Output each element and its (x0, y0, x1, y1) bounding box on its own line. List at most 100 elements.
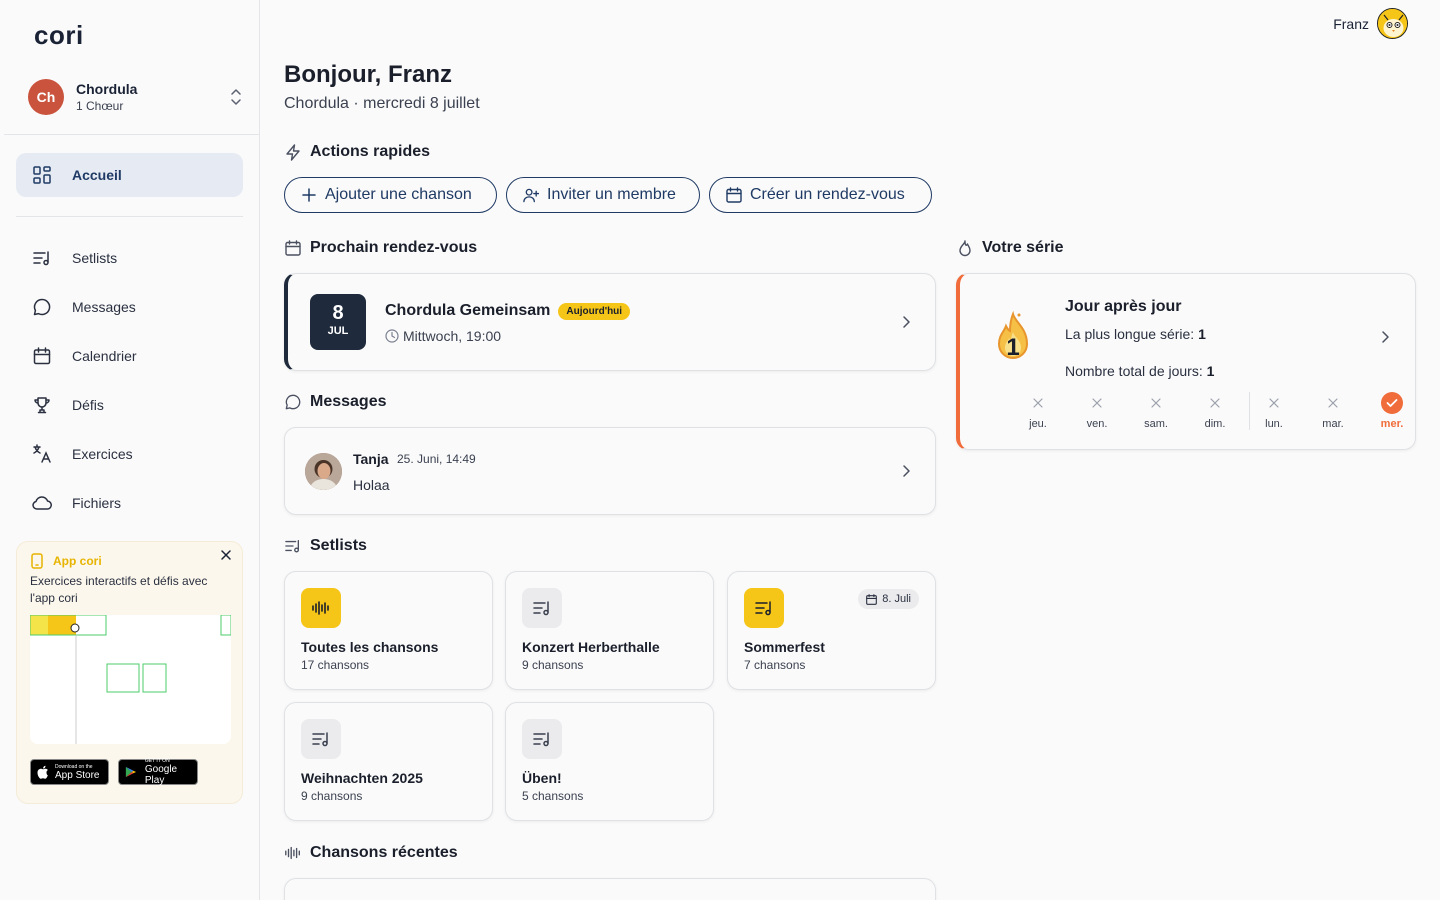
event-date-box: 8 JUL (310, 294, 366, 350)
sidebar-item-home[interactable]: Accueil (16, 153, 243, 197)
chevron-right-icon (903, 465, 910, 477)
playlist-icon (744, 588, 784, 628)
chevron-right-icon (903, 316, 910, 328)
sidebar-item-label: Exercices (72, 446, 133, 462)
app-store-button[interactable]: Download on the App Store (30, 759, 109, 785)
promo-title: App cori (30, 553, 102, 569)
sidebar-item-exercises[interactable]: Exercices (16, 432, 243, 476)
event-title: Chordula Gemeinsam Aujourd'hui (385, 302, 631, 320)
lightning-icon (284, 143, 302, 161)
today-badge: Aujourd'hui (558, 302, 631, 320)
create-event-button[interactable]: Créer un rendez-vous (709, 177, 932, 213)
divider (1249, 392, 1250, 430)
add-song-button[interactable]: Ajouter une chanson (284, 177, 497, 213)
page-subtitle: Chordula · mercredi 8 juillet (284, 95, 480, 112)
flame-icon: 1 (988, 310, 1038, 368)
google-play-button[interactable]: GET IT ON Google Play (118, 758, 198, 786)
sidebar-item-setlists[interactable]: Setlists (16, 236, 243, 280)
sidebar-item-label: Défis (72, 397, 104, 413)
clock-icon (385, 329, 399, 343)
google-play-icon (125, 766, 137, 778)
apple-icon (37, 765, 48, 779)
x-icon (1092, 398, 1102, 408)
app-promo-card: App cori Exercices interactifs et défis … (16, 541, 243, 804)
playlist-icon (32, 248, 52, 268)
setlist-count: 9 chansons (301, 789, 363, 803)
streak-card[interactable]: 1 Jour après jour La plus longue série: … (956, 273, 1416, 450)
exercise-icon (32, 444, 52, 464)
latest-message-card[interactable]: Tanja 25. Juni, 14:49 Holaa (284, 427, 936, 515)
waveform-icon (284, 844, 302, 862)
calendar-icon (726, 187, 742, 203)
promo-text: Exercices interactifs et défis avec l'ap… (30, 574, 208, 605)
streak-count: 1 (1006, 334, 1020, 361)
section-recent-songs: Chansons récentes (284, 844, 458, 862)
playlist-icon (301, 719, 341, 759)
x-icon (1269, 398, 1279, 408)
streak-days: jeu. ven. sam. dim. lun. mar. mer. (988, 392, 1403, 432)
promo-screenshot (30, 615, 231, 744)
divider (16, 216, 243, 217)
streak-day: lun. (1254, 392, 1294, 430)
org-avatar: Ch (28, 79, 64, 115)
message-author: Tanja (353, 451, 389, 467)
trophy-icon (32, 395, 52, 415)
chat-bubble-icon (32, 297, 52, 317)
next-event-card[interactable]: 8 JUL Chordula Gemeinsam Aujourd'hui Mit… (284, 273, 936, 371)
streak-day: ven. (1077, 392, 1117, 430)
x-icon (1210, 398, 1220, 408)
setlist-count: 7 chansons (744, 658, 806, 672)
setlist-card-sommerfest[interactable]: 8. Juli Sommerfest 7 chansons (727, 571, 936, 690)
chat-bubble-icon (284, 393, 302, 411)
playlist-icon (522, 719, 562, 759)
grid-icon (32, 165, 52, 185)
x-icon (1151, 398, 1161, 408)
streak-heading: Jour après jour (1065, 298, 1182, 315)
setlist-card-all-songs[interactable]: Toutes les chansons 17 chansons (284, 571, 493, 690)
invite-member-button[interactable]: Inviter un membre (506, 177, 700, 213)
sidebar: cori Ch Chordula 1 Chœur Accueil Setlist… (0, 0, 260, 900)
page-title: Bonjour, Franz (284, 61, 452, 88)
setlist-card-weihnachten[interactable]: Weihnachten 2025 9 chansons (284, 702, 493, 821)
sidebar-item-label: Calendrier (72, 348, 137, 364)
setlist-title: Weihnachten 2025 (301, 770, 423, 786)
phone-icon (31, 553, 43, 569)
setlist-title: Üben! (522, 770, 562, 786)
streak-day: mar. (1313, 392, 1353, 430)
playlist-icon (284, 537, 302, 555)
calendar-icon (866, 593, 878, 605)
message-text: Holaa (353, 477, 390, 493)
chevron-up-down-icon (231, 89, 241, 105)
setlist-card-uben[interactable]: Üben! 5 chansons (505, 702, 714, 821)
check-icon (1381, 392, 1403, 414)
sidebar-item-files[interactable]: Fichiers (16, 481, 243, 525)
user-name: Franz (1333, 15, 1369, 32)
flame-icon (956, 239, 974, 257)
setlist-date-badge: 8. Juli (858, 589, 919, 609)
x-icon (1328, 398, 1338, 408)
setlist-card-konzert[interactable]: Konzert Herberthalle 9 chansons (505, 571, 714, 690)
sidebar-item-challenges[interactable]: Défis (16, 383, 243, 427)
section-messages: Messages (284, 393, 387, 411)
message-date: 25. Juni, 14:49 (397, 452, 476, 466)
app-logo[interactable]: cori (34, 20, 84, 51)
sidebar-item-calendar[interactable]: Calendrier (16, 334, 243, 378)
sidebar-item-label: Setlists (72, 250, 118, 266)
sidebar-item-label: Messages (72, 299, 136, 315)
sidebar-item-messages[interactable]: Messages (16, 285, 243, 329)
sidebar-item-label: Fichiers (72, 495, 122, 511)
event-time: Mittwoch, 19:00 (385, 328, 501, 344)
calendar-icon (284, 239, 302, 257)
setlist-count: 5 chansons (522, 789, 584, 803)
sidebar-item-label: Accueil (72, 167, 122, 183)
user-plus-icon (523, 187, 539, 203)
user-menu[interactable]: Franz (1333, 8, 1408, 39)
streak-day: sam. (1136, 392, 1176, 430)
setlist-title: Sommerfest (744, 639, 825, 655)
close-icon[interactable] (220, 549, 232, 561)
playlist-icon (522, 588, 562, 628)
avatar (305, 453, 342, 490)
recent-songs-card (284, 878, 936, 900)
section-quick-actions: Actions rapides (284, 143, 430, 161)
org-switcher[interactable]: Ch Chordula 1 Chœur (28, 78, 243, 116)
